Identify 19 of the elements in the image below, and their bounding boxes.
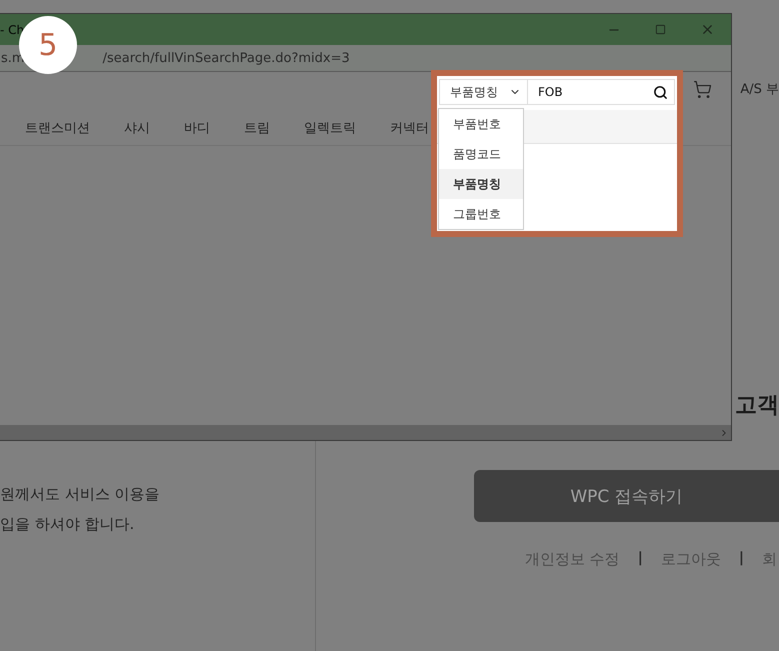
section-title: 고객 (735, 392, 779, 420)
dropdown-option[interactable]: 부품명칭 (439, 169, 523, 199)
nav-item[interactable]: 트림 (244, 119, 270, 137)
notice-text: 입을 하셔야 합니다. (0, 514, 134, 534)
link-separator: | (638, 550, 643, 568)
nav-item[interactable]: 일렉트릭 (304, 119, 356, 137)
wpc-connect-button[interactable]: WPC 접속하기 (474, 470, 779, 522)
notice-text: 원께서도 서비스 이용을 (0, 484, 160, 504)
nav-item[interactable]: 바디 (184, 119, 210, 137)
scrollbar[interactable] (0, 425, 731, 440)
close-icon[interactable] (700, 22, 715, 37)
maximize-icon[interactable] (655, 24, 666, 35)
nav-item[interactable]: 샤시 (124, 119, 150, 137)
menu-link[interactable]: A/S 부 (740, 80, 779, 98)
link-separator: | (738, 550, 744, 568)
cart-icon[interactable] (693, 80, 712, 99)
url-text: /search/fullVinSearchPage.do?midx=3 (102, 50, 350, 66)
nav-item[interactable]: 커넥터 (390, 119, 429, 137)
nav-item[interactable]: 트랜스미션 (25, 119, 90, 137)
